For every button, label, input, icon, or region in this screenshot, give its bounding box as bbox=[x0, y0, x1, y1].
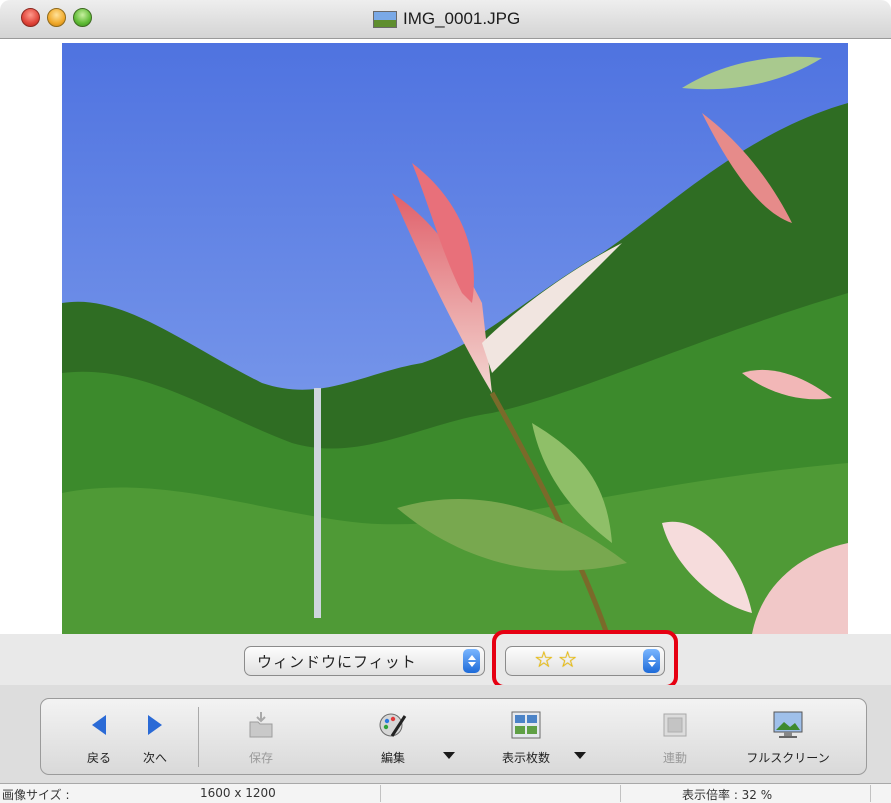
edit-dropdown-arrow-icon[interactable] bbox=[443, 752, 455, 759]
image-file-icon bbox=[373, 10, 397, 28]
sync-icon bbox=[663, 713, 687, 737]
save-label: 保存 bbox=[248, 751, 273, 765]
display-count-dropdown-arrow-icon[interactable] bbox=[574, 752, 586, 759]
edit-palette-icon bbox=[379, 713, 407, 737]
fullscreen-label: フルスクリーン bbox=[746, 751, 830, 765]
zoom-fit-label: ウィンドウにフィット bbox=[257, 652, 417, 671]
image-view-area[interactable] bbox=[0, 39, 891, 634]
display-count-label: 表示枚数 bbox=[501, 751, 550, 765]
save-folder-icon bbox=[249, 712, 273, 738]
fullscreen-button[interactable]: フルスクリーン bbox=[738, 707, 838, 769]
toolbar-area: 戻る 次へ 保存 編集 表示枚数 連動 フルスクリーン bbox=[0, 685, 891, 783]
zoom-ratio-text: 表示倍率 : 32 % bbox=[682, 788, 773, 802]
close-window-button[interactable] bbox=[21, 8, 40, 27]
edit-button[interactable]: 編集 bbox=[373, 707, 413, 769]
back-label: 戻る bbox=[86, 751, 111, 765]
image-size-label: 画像サイズ : bbox=[2, 788, 70, 802]
fullscreen-monitor-icon bbox=[773, 711, 803, 738]
toolbar: 戻る 次へ 保存 編集 表示枚数 連動 フルスクリーン bbox=[40, 698, 867, 775]
zoom-fit-popup[interactable]: ウィンドウにフィット bbox=[244, 646, 485, 676]
window-title: IMG_0001.JPG bbox=[403, 9, 521, 28]
display-count-grid-icon bbox=[511, 711, 541, 739]
sync-button[interactable]: 連動 bbox=[655, 707, 695, 769]
window-title-group: IMG_0001.JPG bbox=[373, 8, 520, 30]
popup-arrows-icon bbox=[463, 649, 480, 673]
rating-highlight-box bbox=[492, 630, 678, 689]
zoom-window-button[interactable] bbox=[73, 8, 92, 27]
next-button[interactable]: 次へ bbox=[135, 707, 175, 769]
status-separator bbox=[620, 785, 621, 802]
display-controls-bar: ウィンドウにフィット ☆ ☆ bbox=[0, 634, 891, 685]
next-label: 次へ bbox=[142, 751, 167, 765]
minimize-window-button[interactable] bbox=[47, 8, 66, 27]
save-button[interactable]: 保存 bbox=[241, 707, 281, 769]
photo-preview bbox=[62, 43, 848, 634]
back-arrow-icon bbox=[92, 715, 106, 735]
toolbar-separator bbox=[198, 707, 199, 767]
status-separator bbox=[870, 785, 871, 802]
image-size-value: 1600 x 1200 bbox=[200, 786, 276, 800]
display-count-button[interactable]: 表示枚数 bbox=[491, 707, 561, 769]
title-bar: IMG_0001.JPG bbox=[0, 0, 891, 39]
back-button[interactable]: 戻る bbox=[79, 707, 119, 769]
status-bar: 画像サイズ : 1600 x 1200 表示倍率 : 32 % bbox=[0, 783, 891, 803]
next-arrow-icon bbox=[148, 715, 162, 735]
edit-label: 編集 bbox=[380, 751, 405, 765]
status-separator bbox=[380, 785, 381, 802]
sync-label: 連動 bbox=[662, 751, 687, 765]
